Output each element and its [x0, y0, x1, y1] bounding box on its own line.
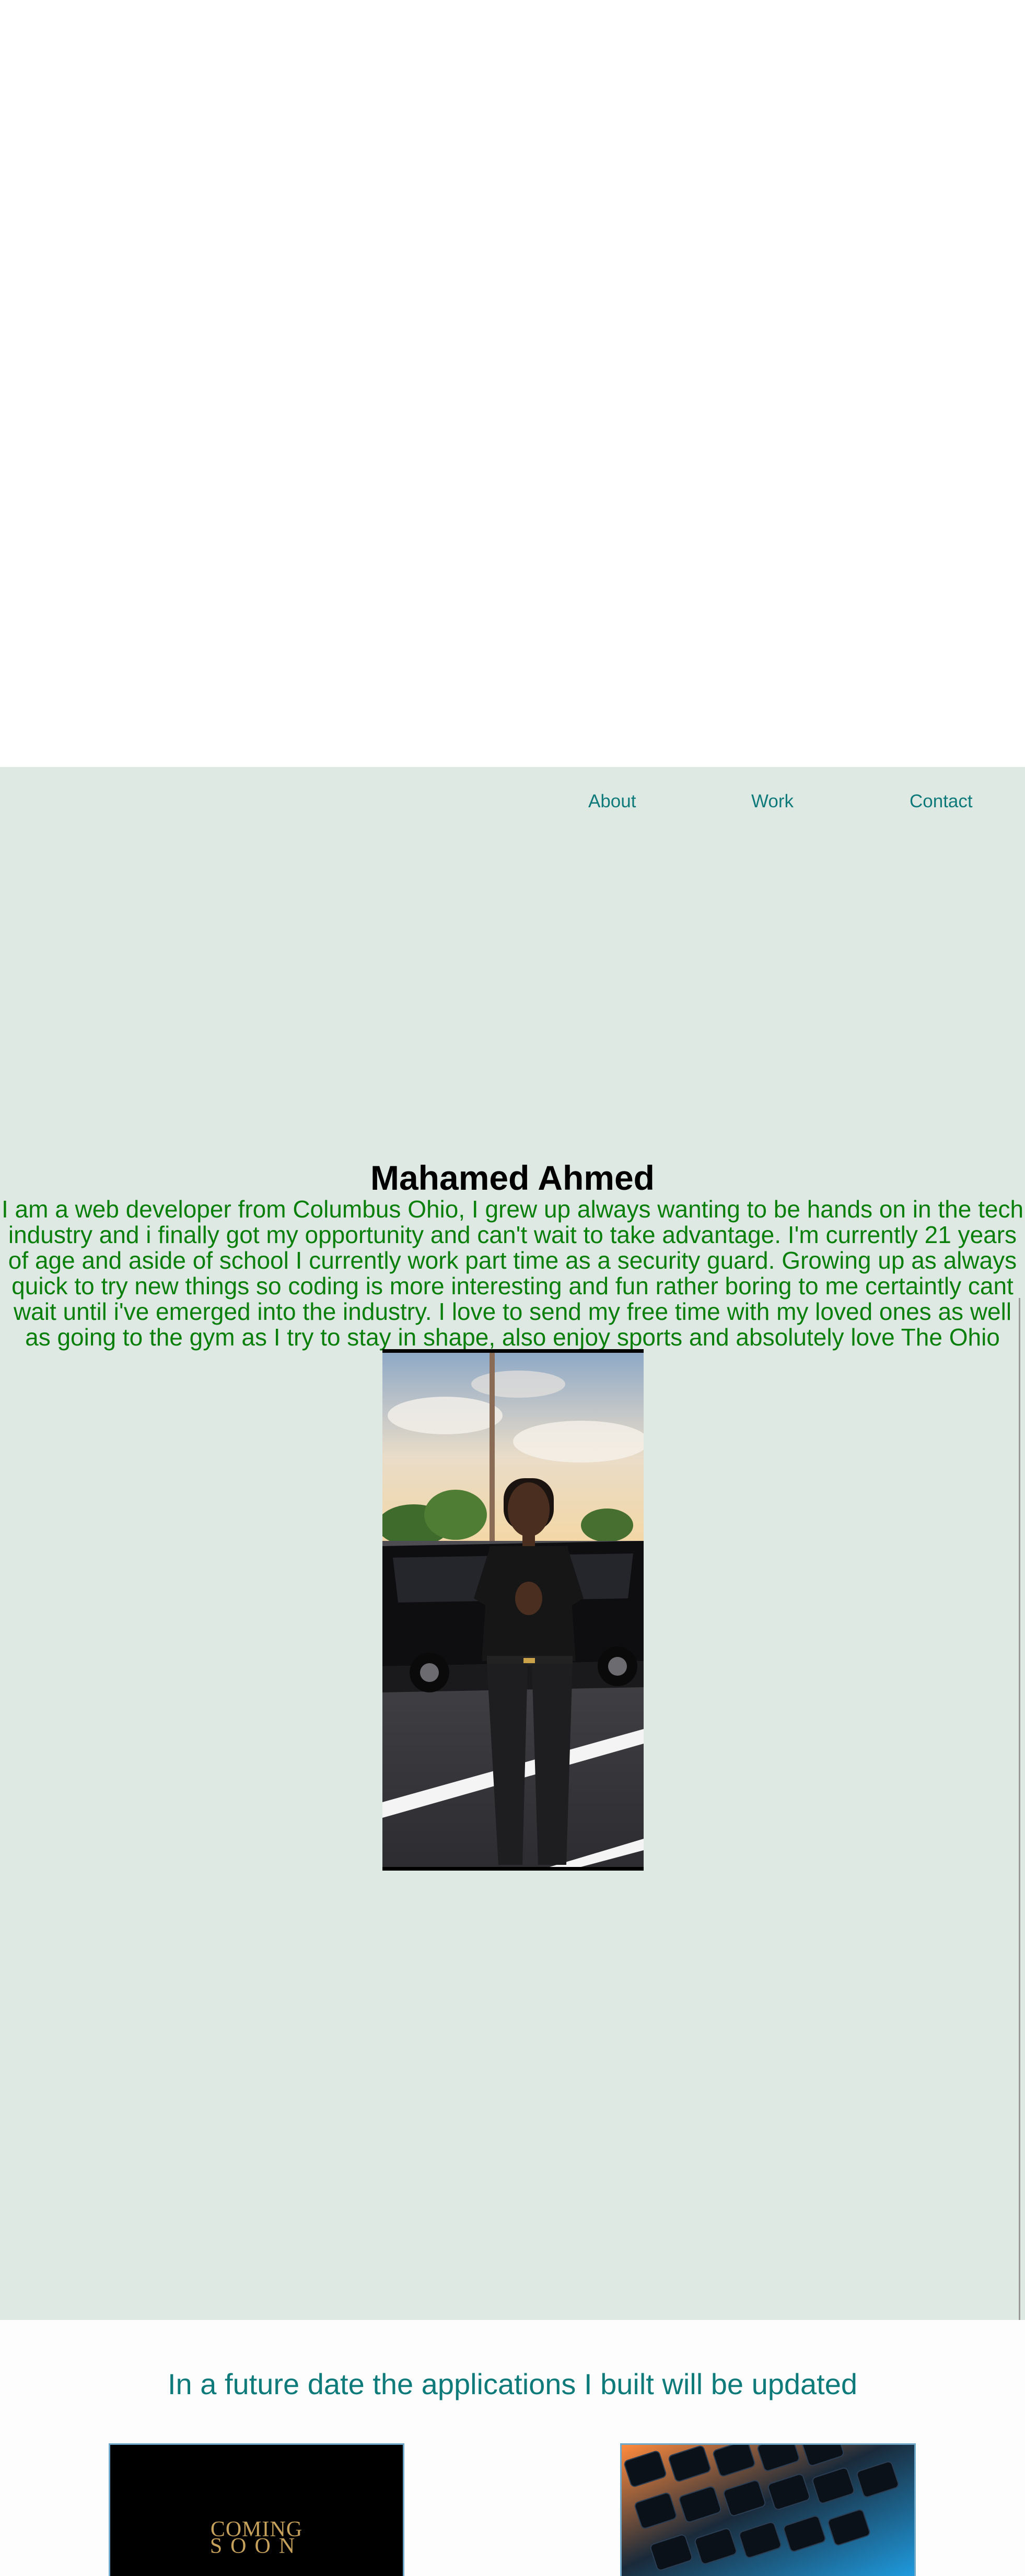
- coming-soon-label: COMING SOON: [209, 2517, 304, 2558]
- work-heading: In a future date the applications I buil…: [168, 2368, 857, 2400]
- project-card-keyboard[interactable]: [620, 2443, 916, 2576]
- main-nav: About Work Contact: [0, 783, 1025, 819]
- profile-name: Mahamed Ahmed: [370, 1158, 655, 1197]
- project-card-coming-soon[interactable]: COMING SOON: [109, 2443, 404, 2576]
- nav-contact-link[interactable]: Contact: [910, 791, 973, 812]
- nav-work-link[interactable]: Work: [751, 791, 794, 812]
- nav-about-link[interactable]: About: [588, 791, 636, 812]
- top-blank-area: [0, 0, 1025, 767]
- profile-photo: [382, 1349, 644, 1871]
- keyboard-image: [622, 2445, 914, 2576]
